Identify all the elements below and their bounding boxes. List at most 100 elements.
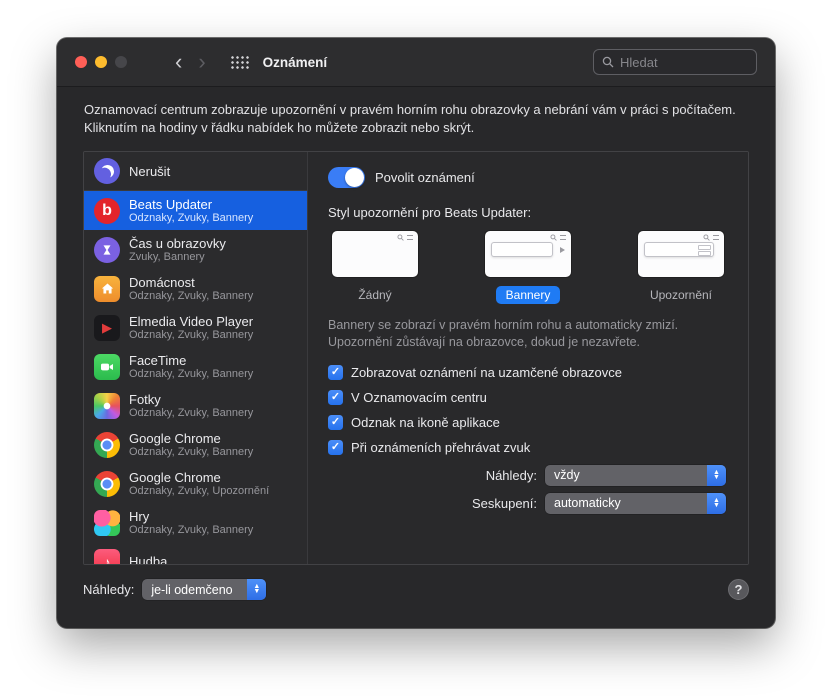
app-subtitle: Odznaky, Zvuky, Bannery [129, 406, 254, 419]
app-row-nerusit[interactable]: Nerušit [84, 152, 307, 192]
mini-list-icon [713, 235, 719, 241]
beats-icon: b [94, 197, 120, 224]
footer-bar: Náhledy: je-li odemčeno ▲ ▼ ? [57, 579, 775, 601]
checkbox-app-badge-label: Odznak na ikoně aplikace [351, 414, 500, 430]
traffic-lights [75, 56, 127, 68]
checkbox-app-badge[interactable]: ✓ [328, 414, 343, 430]
previews-popup-value: vždy [554, 468, 580, 483]
close-button[interactable] [75, 56, 87, 68]
footer-previews-popup[interactable]: je-li odemčeno ▲ ▼ [142, 579, 267, 601]
titlebar: ‹ › Oznámení [57, 38, 775, 87]
app-subtitle: Zvuky, Bannery [129, 250, 205, 263]
app-row-facetime[interactable]: FaceTime Odznaky, Zvuky, Bannery [84, 347, 307, 386]
mini-search-icon [397, 234, 404, 241]
video-camera-icon [94, 353, 120, 380]
check-icon: ✓ [330, 390, 341, 403]
app-subtitle: Odznaky, Zvuky, Bannery [129, 445, 254, 458]
app-name: Elmedia Video Player [129, 313, 254, 329]
search-input[interactable] [620, 54, 748, 70]
footer-previews-popup-value: je-li odemčeno [151, 582, 233, 597]
mini-list-icon [560, 235, 566, 241]
games-icon [94, 509, 120, 536]
help-button[interactable]: ? [728, 579, 749, 601]
back-button[interactable]: ‹ [175, 51, 182, 73]
app-row-cas-u-obrazovky[interactable]: Čas u obrazovky Zvuky, Bannery [84, 230, 307, 269]
enable-notifications-toggle[interactable] [328, 167, 365, 189]
app-row-fotky[interactable]: Fotky Odznaky, Zvuky, Bannery [84, 386, 307, 425]
app-row-domacnost[interactable]: Domácnost Odznaky, Zvuky, Bannery [84, 269, 307, 308]
mini-menubar-icons [397, 234, 413, 241]
app-name: Hry [129, 508, 150, 524]
check-icon: ✓ [330, 440, 341, 453]
check-icon: ✓ [330, 365, 341, 378]
grouping-dropdown-label: Seskupení: [471, 495, 537, 511]
app-name: Google Chrome [129, 430, 221, 446]
app-subtitle: Odznaky, Zvuky, Bannery [129, 523, 254, 536]
previews-popup[interactable]: vždy ▲ ▼ [545, 464, 726, 486]
app-subtitle: Odznaky, Zvuky, Bannery [129, 328, 254, 341]
checkbox-notification-center-label: V Oznamovacím centru [351, 389, 487, 405]
grouping-popup[interactable]: automaticky ▲ ▼ [545, 492, 726, 514]
zoom-button[interactable] [115, 56, 127, 68]
minimize-button[interactable] [95, 56, 107, 68]
style-description: Bannery se zobrazí v pravém horním rohu … [328, 318, 679, 350]
style-banners-label[interactable]: Bannery [495, 286, 561, 305]
app-row-beats-updater[interactable]: b Beats Updater Odznaky, Zvuky, Bannery [84, 191, 307, 231]
show-all-grid-icon[interactable] [229, 55, 249, 69]
popup-stepper-icon: ▲ ▼ [707, 464, 726, 486]
app-row-hry[interactable]: Hry Odznaky, Zvuky, Bannery [84, 503, 307, 542]
style-alerts-thumbnail[interactable] [638, 231, 724, 278]
style-none-thumbnail[interactable] [332, 231, 418, 278]
app-list: Nerušit b Beats Updater Odznaky, Zvuky, … [84, 152, 308, 565]
enable-notifications-label: Povolit oznámení [375, 170, 475, 186]
hourglass-icon [94, 236, 120, 263]
style-banners-thumbnail[interactable] [485, 231, 571, 278]
checkbox-notification-center[interactable]: ✓ [328, 389, 343, 405]
app-subtitle: Odznaky, Zvuky, Bannery [129, 289, 254, 302]
mini-search-icon [703, 234, 710, 241]
app-row-hudba[interactable]: ♪ Hudba [84, 542, 307, 565]
app-subtitle: Odznaky, Zvuky, Bannery [129, 367, 254, 380]
app-row-google-chrome-1[interactable]: Google Chrome Odznaky, Zvuky, Bannery [84, 425, 307, 464]
style-none-label[interactable]: Žádný [348, 286, 401, 304]
app-row-google-chrome-2[interactable]: Google Chrome Odznaky, Zvuky, Upozornění [84, 464, 307, 503]
notifications-panel: Nerušit b Beats Updater Odznaky, Zvuky, … [83, 151, 749, 566]
app-name: Beats Updater [129, 196, 213, 212]
grouping-popup-value: automaticky [554, 496, 621, 511]
mini-alert-button [698, 251, 711, 256]
mini-menubar-icons [550, 234, 566, 241]
mini-search-icon [550, 234, 557, 241]
window-title: Oznámení [262, 54, 328, 70]
mini-list-icon [407, 235, 413, 241]
app-name: Domácnost [129, 274, 195, 290]
app-row-elmedia-video-player[interactable]: ▶ Elmedia Video Player Odznaky, Zvuky, B… [84, 308, 307, 347]
popup-stepper-icon: ▲ ▼ [707, 492, 726, 514]
style-alerts-label[interactable]: Upozornění [640, 286, 722, 304]
home-icon [94, 275, 120, 302]
chrome-icon [94, 470, 120, 497]
search-field[interactable] [593, 49, 757, 75]
style-section-label: Styl upozornění pro Beats Updater: [328, 205, 532, 221]
forward-button[interactable]: › [198, 51, 205, 73]
check-icon: ✓ [330, 415, 341, 428]
previews-dropdown-label: Náhledy: [485, 467, 537, 483]
popup-stepper-icon: ▲ ▼ [247, 579, 267, 601]
intro-text: Oznamovací centrum zobrazuje upozornění … [84, 102, 736, 135]
mini-alert [644, 242, 714, 258]
system-preferences-window: ‹ › Oznámení Oznamovací centrum zobrazuj… [57, 38, 775, 628]
alert-style-options: Žádný Bannery Upozornění [328, 231, 728, 305]
notification-options: ✓ Zobrazovat oznámení na uzamčené obrazo… [328, 364, 728, 455]
mini-menubar-icons [703, 234, 719, 241]
app-name: FaceTime [129, 352, 187, 368]
search-icon [602, 56, 614, 68]
checkbox-play-sound[interactable]: ✓ [328, 439, 343, 455]
moon-icon [94, 158, 120, 185]
checkbox-lock-screen[interactable]: ✓ [328, 364, 343, 380]
app-subtitle: Odznaky, Zvuky, Bannery [129, 211, 254, 224]
app-name: Čas u obrazovky [129, 235, 226, 251]
app-name: Nerušit [129, 163, 171, 179]
detail-panel: Povolit oznámení Styl upozornění pro Bea… [308, 152, 748, 565]
app-subtitle: Odznaky, Zvuky, Upozornění [129, 484, 270, 497]
chrome-icon [94, 431, 120, 458]
music-icon: ♪ [94, 548, 120, 565]
